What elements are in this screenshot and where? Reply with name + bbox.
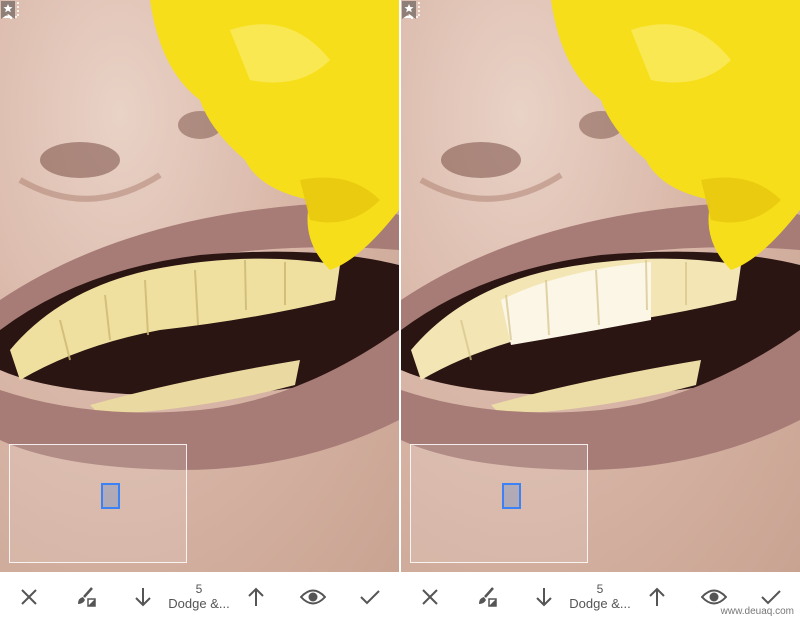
- navigator-viewport[interactable]: [502, 483, 521, 509]
- eye-icon: [700, 589, 727, 604]
- check-icon: [760, 589, 781, 604]
- increase-button[interactable]: [227, 572, 284, 621]
- arrow-up-icon: [648, 587, 665, 606]
- brush-label: Dodge &...: [569, 595, 631, 611]
- strength-indicator: 5 Dodge &...: [168, 572, 230, 621]
- brush-button[interactable]: [458, 572, 515, 621]
- check-icon: [359, 589, 380, 604]
- decrease-button[interactable]: [515, 572, 572, 621]
- before-pane: 5 Dodge &...: [0, 0, 399, 621]
- view-mask-button[interactable]: [284, 572, 341, 621]
- close-icon: [20, 588, 37, 605]
- apply-button[interactable]: [341, 572, 398, 621]
- navigator-box: [410, 444, 588, 563]
- after-pane: 5 Dodge &... www.deuaq.com: [401, 0, 800, 621]
- strength-value: 5: [596, 581, 604, 596]
- eye-icon: [299, 589, 326, 604]
- bookmark-icon[interactable]: [0, 0, 16, 20]
- photo-canvas[interactable]: [401, 0, 800, 572]
- arrow-down-icon: [134, 587, 151, 606]
- close-icon: [421, 588, 438, 605]
- arrow-down-icon: [535, 587, 552, 606]
- close-button[interactable]: [401, 572, 458, 621]
- watermark: www.deuaq.com: [720, 606, 794, 617]
- brush-icon: [478, 586, 497, 607]
- bottom-toolbar: 5 Dodge &...: [0, 572, 399, 621]
- brush-icon: [77, 586, 96, 607]
- strength-value: 5: [195, 581, 203, 596]
- brush-button[interactable]: [57, 572, 114, 621]
- arrow-up-icon: [247, 587, 264, 606]
- decrease-button[interactable]: [114, 572, 171, 621]
- close-button[interactable]: [0, 572, 57, 621]
- bookmark-icon[interactable]: [401, 0, 417, 20]
- navigator-viewport[interactable]: [101, 483, 120, 509]
- brush-label: Dodge &...: [168, 595, 230, 611]
- photo-canvas[interactable]: [0, 0, 399, 572]
- strength-indicator: 5 Dodge &...: [569, 572, 631, 621]
- increase-button[interactable]: [628, 572, 685, 621]
- navigator-box: [9, 444, 187, 563]
